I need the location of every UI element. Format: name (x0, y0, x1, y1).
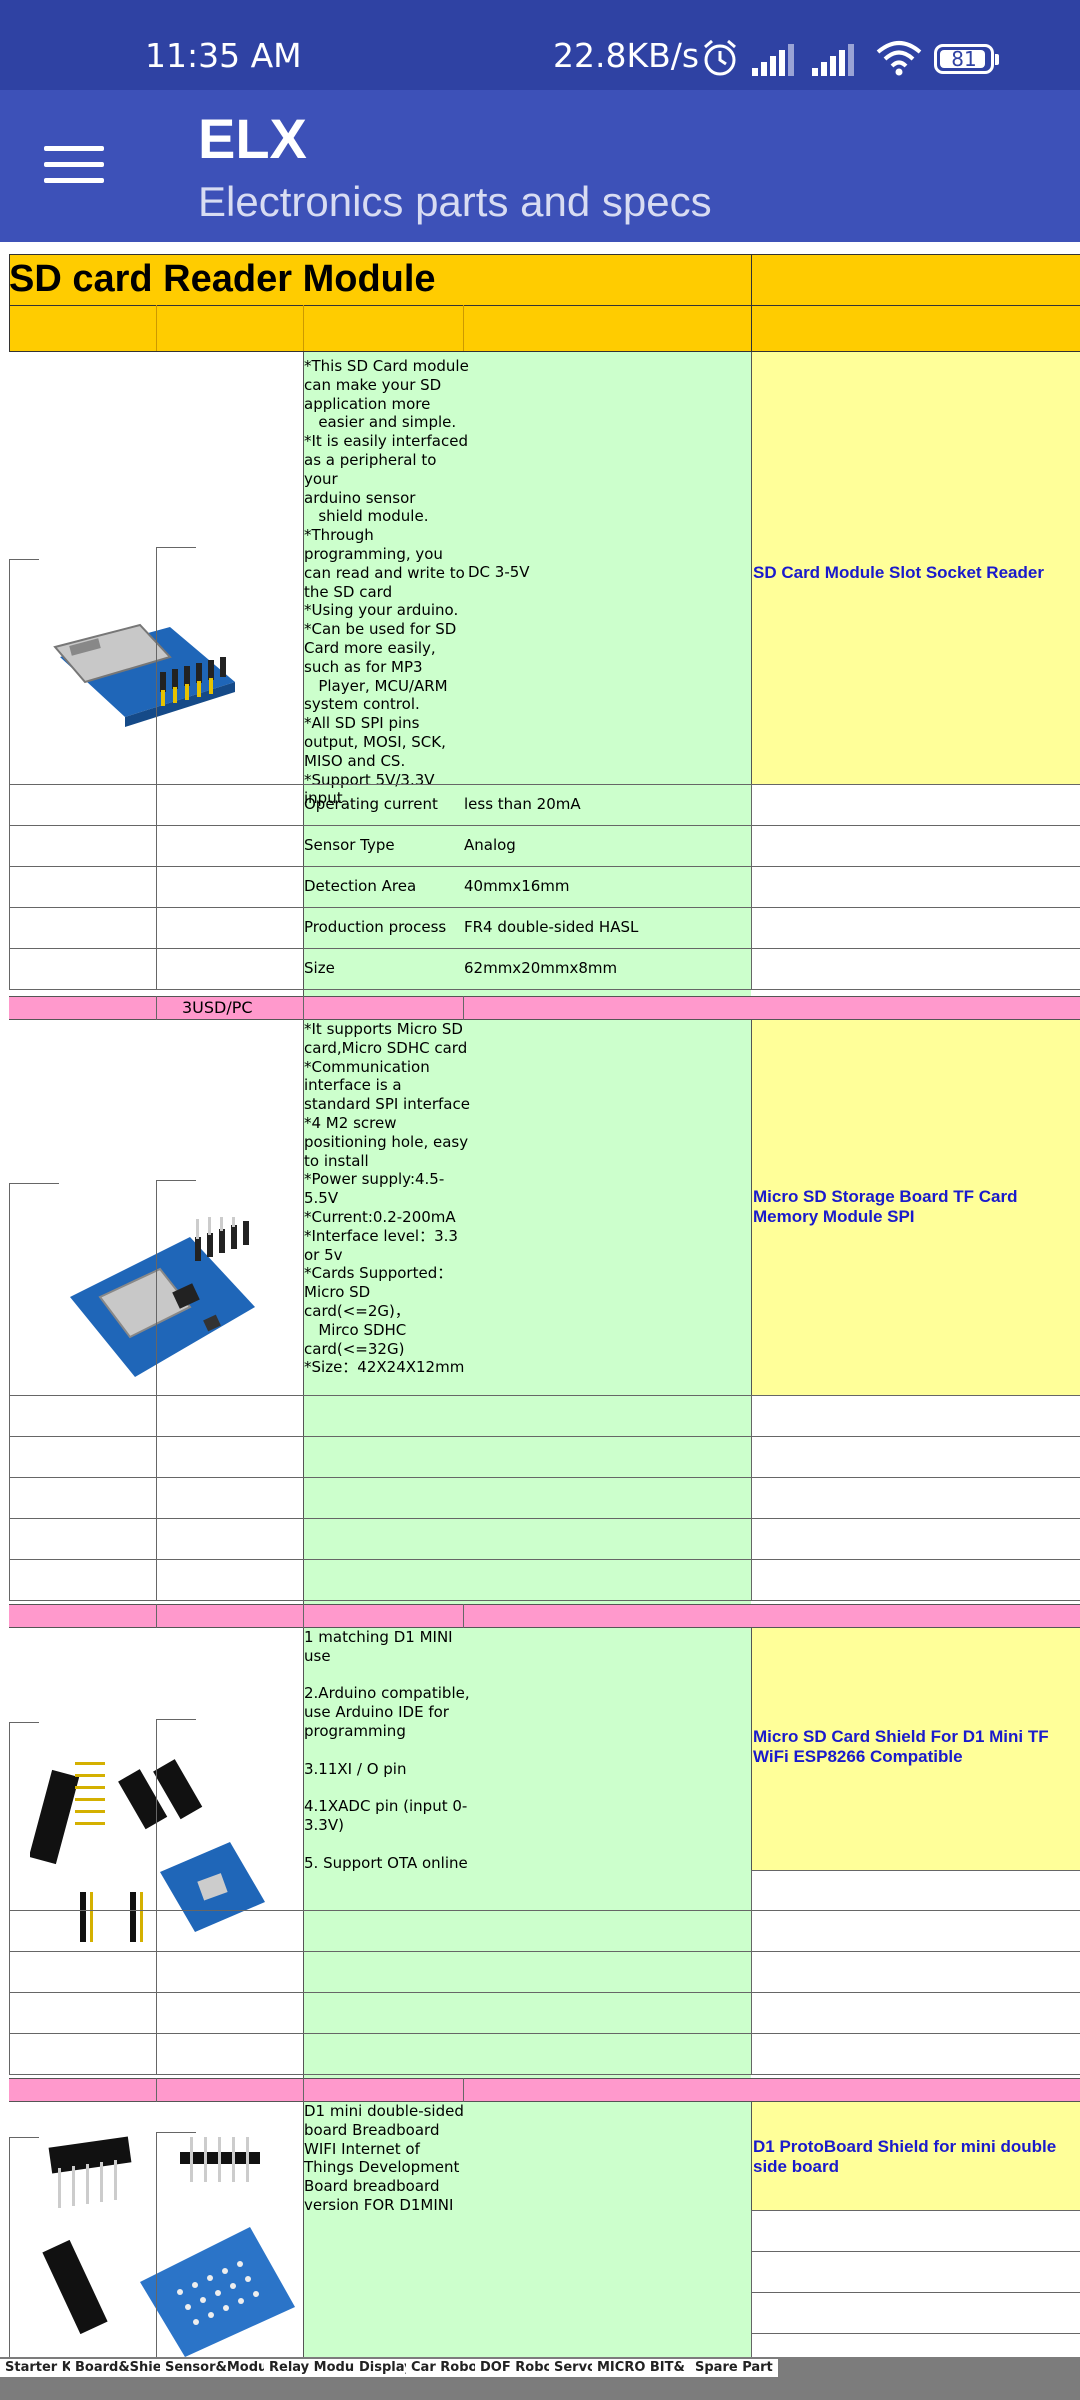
product-image (30, 2132, 300, 2357)
price-row (9, 1604, 1080, 1628)
wifi-icon (876, 41, 922, 76)
product-image (28, 1752, 270, 1952)
status-bar: 11:35 AM 22.8KB/s 81 (0, 0, 1080, 90)
product-image (60, 1217, 260, 1387)
spec-value: FR4 double-sided HASL (464, 918, 639, 936)
product-description: *This SD Card module can make your SD ap… (304, 357, 469, 808)
section-title: SD card Reader Module (9, 258, 436, 300)
network-speed: 22.8KB/s (553, 36, 700, 75)
price-row (9, 996, 1080, 1020)
spec-value: Analog (464, 836, 516, 854)
price-row (9, 2078, 1080, 2102)
battery-icon: 81 (934, 44, 999, 74)
product-link[interactable]: Micro SD Storage Board TF Card Memory Mo… (753, 1187, 1078, 1227)
app-title: ELX (198, 107, 307, 170)
alarm-icon (704, 39, 736, 76)
signal-icon (752, 44, 794, 76)
spec-label: Operating current (304, 795, 438, 813)
product-description: *It supports Micro SD card,Micro SDHC ca… (304, 1020, 470, 1377)
product-link[interactable]: Micro SD Card Shield For D1 Mini TF WiFi… (753, 1727, 1078, 1767)
spec-value: less than 20mA (464, 795, 581, 813)
app-bar: ELX Electronics parts and specs (0, 90, 1080, 242)
spec-label: Size (304, 959, 335, 977)
sheet-tab-spare-part[interactable]: Spare Part (690, 2359, 778, 2377)
spec-value: 62mmx20mmx8mm (464, 959, 618, 977)
spec-label: Production process (304, 918, 447, 936)
battery-level: 81 (951, 47, 977, 71)
product-link[interactable]: D1 ProtoBoard Shield for mini double sid… (753, 2137, 1078, 2177)
hamburger-menu-icon[interactable] (44, 146, 104, 186)
product-voltage: DC 3-5V (468, 563, 530, 581)
product-price: 3USD/PC (182, 998, 253, 1017)
product-link[interactable]: SD Card Module Slot Socket Reader (753, 563, 1078, 583)
app-subtitle: Electronics parts and specs (198, 178, 712, 225)
signal-icon (812, 44, 854, 76)
spec-label: Detection Area (304, 877, 417, 895)
spreadsheet-view[interactable]: SD card Reader Module *This SD Card modu… (0, 242, 1080, 2357)
product-description: D1 mini double-sided board Breadboard WI… (304, 2102, 464, 2214)
spec-value: 40mmx16mm (464, 877, 570, 895)
spec-label: Sensor Type (304, 836, 395, 854)
product-description: 1 matching D1 MINI use 2.Arduino compati… (304, 1628, 470, 1872)
status-time: 11:35 AM (145, 36, 302, 75)
product-image (40, 587, 250, 767)
sheet-tabs-bar: Starter Kit Board&Shield Sensor&Module R… (0, 2357, 1080, 2400)
